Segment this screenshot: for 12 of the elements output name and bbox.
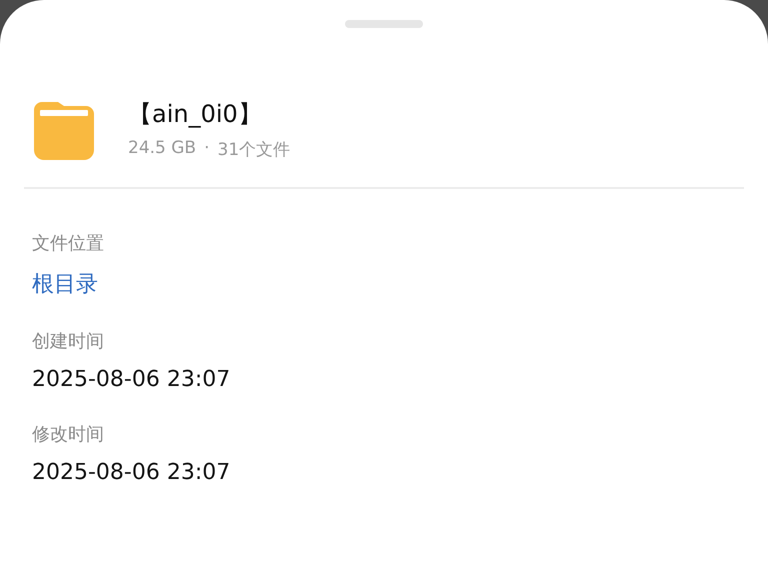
detail-label: 文件位置: [32, 232, 105, 255]
detail-label: 创建时间: [32, 330, 105, 353]
folder-size: 24.5 GB: [128, 138, 196, 160]
detail-value: 2025-08-06 23:07: [32, 460, 232, 485]
drag-handle[interactable]: [344, 20, 422, 28]
detail-value: 2025-08-06 23:07: [32, 367, 232, 392]
detail-label: 修改时间: [32, 423, 105, 446]
folder-name: 【ain_0i0】: [128, 99, 263, 130]
separator-dot: ·: [204, 138, 210, 160]
folder-icon: [34, 100, 94, 160]
location-link[interactable]: 根目录: [32, 269, 736, 299]
file-count: 31个文件: [218, 139, 290, 161]
